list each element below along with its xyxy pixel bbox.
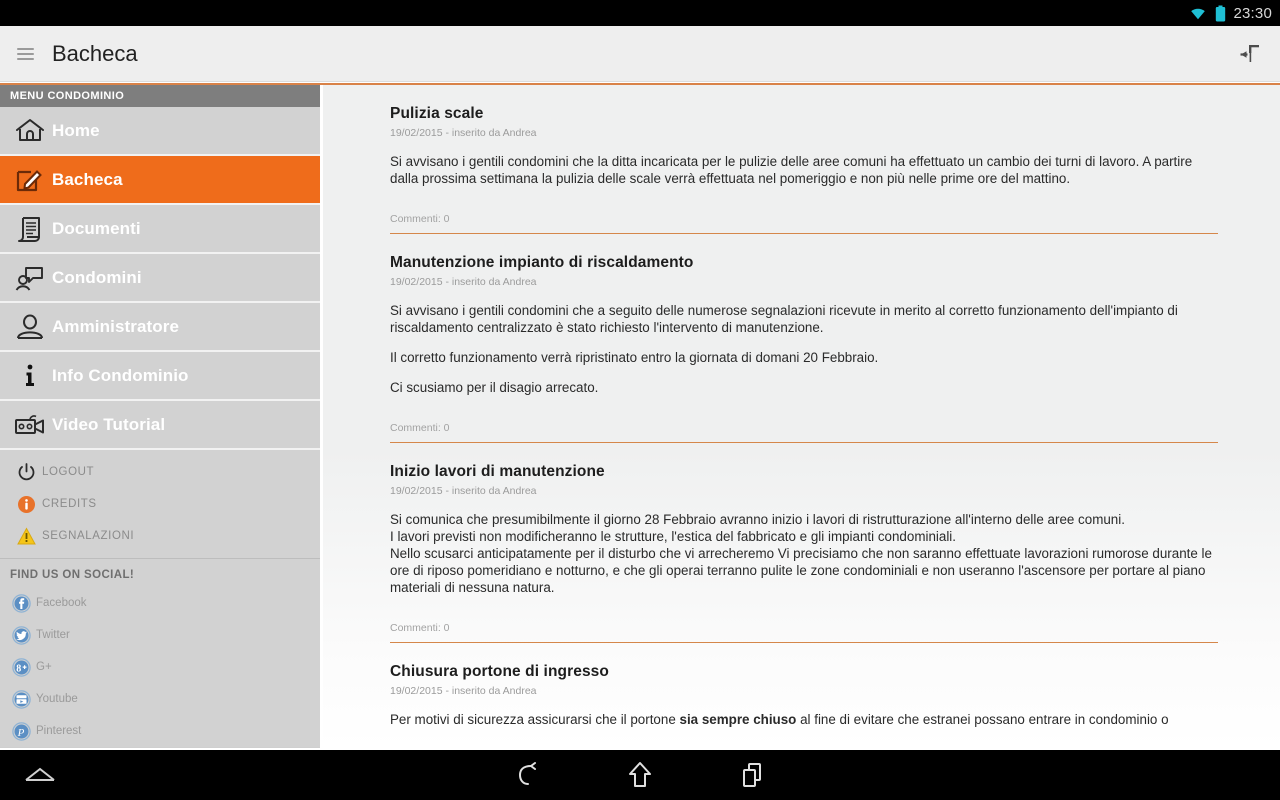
person-icon bbox=[8, 313, 52, 341]
post-item[interactable]: Inizio lavori di manutenzione 19/02/2015… bbox=[323, 443, 1280, 642]
drawer-utilities: LOGOUT CREDITS SEGNALAZIONI bbox=[0, 450, 320, 559]
sidebar-item-label: CREDITS bbox=[42, 498, 97, 510]
sidebar-item-amministratore[interactable]: Amministratore bbox=[0, 303, 320, 352]
sidebar-item-label: SEGNALAZIONI bbox=[42, 530, 135, 542]
sidebar-item-condomini[interactable]: Condomini bbox=[0, 254, 320, 303]
sidebar-item-segnalazioni[interactable]: SEGNALAZIONI bbox=[0, 520, 320, 552]
action-bar: Bacheca bbox=[0, 26, 1280, 82]
youtube-icon bbox=[6, 689, 36, 709]
post-item[interactable]: Chiusura portone di ingresso 19/02/2015 … bbox=[323, 643, 1280, 728]
sidebar-item-label: Amministratore bbox=[52, 316, 180, 336]
post-item[interactable]: Pulizia scale 19/02/2015 - inserito da A… bbox=[323, 85, 1280, 233]
social-section-header: FIND US ON SOCIAL! bbox=[0, 559, 320, 587]
post-paragraph: Si avvisano i gentili condomini che la d… bbox=[390, 154, 1193, 186]
video-camera-icon bbox=[8, 412, 52, 438]
wifi-icon bbox=[1188, 5, 1208, 21]
navigation-drawer: MENU CONDOMINIO Home Bacheca Documenti C… bbox=[0, 85, 320, 748]
post-comments-count[interactable]: Commenti: 0 bbox=[390, 596, 1218, 642]
sidebar-item-logout[interactable]: LOGOUT bbox=[0, 456, 320, 488]
insert-post-icon[interactable] bbox=[1222, 26, 1278, 82]
bacheca-post-list[interactable]: Pulizia scale 19/02/2015 - inserito da A… bbox=[323, 85, 1280, 748]
social-item-label: Twitter bbox=[36, 629, 70, 641]
android-status-bar: 23:30 bbox=[0, 0, 1280, 26]
post-title: Chiusura portone di ingresso bbox=[390, 663, 609, 680]
post-title: Pulizia scale bbox=[390, 105, 484, 122]
post-body: Si comunica che presumibilmente il giorn… bbox=[390, 497, 1218, 596]
sidebar-item-label: Documenti bbox=[52, 218, 141, 238]
social-item-label: Youtube bbox=[36, 693, 78, 705]
post-paragraph: Ci scusiamo per il disagio arrecato. bbox=[390, 380, 599, 395]
post-meta: 19/02/2015 - inserito da Andrea bbox=[390, 485, 537, 497]
info-circle-icon bbox=[10, 495, 42, 514]
hamburger-menu-icon[interactable] bbox=[4, 26, 46, 82]
page-title: Bacheca bbox=[52, 40, 138, 66]
android-navigation-bar bbox=[0, 750, 1280, 800]
sidebar-item-info-condominio[interactable]: Info Condominio bbox=[0, 352, 320, 401]
document-icon bbox=[8, 215, 52, 243]
post-body: Si avvisano i gentili condomini che a se… bbox=[390, 288, 1218, 396]
power-icon bbox=[10, 462, 42, 482]
post-meta: 19/02/2015 - inserito da Andrea bbox=[390, 685, 537, 697]
sidebar-item-label: Condomini bbox=[52, 267, 142, 287]
info-icon bbox=[8, 362, 52, 390]
notepad-pencil-icon bbox=[8, 166, 52, 194]
facebook-icon bbox=[6, 593, 36, 613]
post-body: Per motivi di sicurezza assicurarsi che … bbox=[390, 697, 1218, 728]
social-item-pinterest[interactable]: P Pinterest bbox=[0, 715, 320, 747]
battery-icon bbox=[1215, 5, 1226, 22]
sidebar-item-bacheca[interactable]: Bacheca bbox=[0, 156, 320, 205]
post-paragraph: Il corretto funzionamento verrà ripristi… bbox=[390, 350, 879, 365]
post-title: Manutenzione impianto di riscaldamento bbox=[390, 254, 694, 271]
sidebar-item-home[interactable]: Home bbox=[0, 107, 320, 156]
post-paragraph: Si comunica che presumibilmente il giorn… bbox=[390, 512, 1212, 595]
social-item-google-plus[interactable]: 8 G+ bbox=[0, 651, 320, 683]
sidebar-item-credits[interactable]: CREDITS bbox=[0, 488, 320, 520]
nav-center-group bbox=[0, 750, 1280, 800]
post-item[interactable]: Manutenzione impianto di riscaldamento 1… bbox=[323, 234, 1280, 442]
social-item-twitter[interactable]: Twitter bbox=[0, 619, 320, 651]
social-item-label: G+ bbox=[36, 661, 52, 673]
post-meta: 19/02/2015 - inserito da Andrea bbox=[390, 276, 537, 288]
post-comments-count[interactable]: Commenti: 0 bbox=[390, 187, 1218, 233]
pinterest-icon: P bbox=[6, 721, 36, 741]
warning-triangle-icon bbox=[10, 526, 42, 546]
sidebar-item-label: LOGOUT bbox=[42, 466, 95, 478]
twitter-icon bbox=[6, 625, 36, 645]
svg-text:8: 8 bbox=[16, 663, 21, 674]
sidebar-item-label: Info Condominio bbox=[52, 365, 189, 385]
social-links: Facebook Twitter 8 G+ Youtube P Pinteres… bbox=[0, 587, 320, 747]
status-clock: 23:30 bbox=[1233, 4, 1272, 22]
home-icon bbox=[8, 117, 52, 144]
social-item-facebook[interactable]: Facebook bbox=[0, 587, 320, 619]
post-title: Inizio lavori di manutenzione bbox=[390, 463, 605, 480]
home-icon[interactable] bbox=[625, 760, 655, 790]
post-meta: 19/02/2015 - inserito da Andrea bbox=[390, 127, 537, 139]
drawer-section-header: MENU CONDOMINIO bbox=[0, 85, 320, 107]
back-icon[interactable] bbox=[513, 760, 543, 790]
social-item-label: Facebook bbox=[36, 597, 87, 609]
svg-text:P: P bbox=[16, 726, 24, 738]
sidebar-item-label: Home bbox=[52, 120, 100, 140]
google-plus-icon: 8 bbox=[6, 657, 36, 677]
people-chat-icon bbox=[8, 264, 52, 292]
sidebar-item-label: Video Tutorial bbox=[52, 414, 166, 434]
app-screen: 23:30 Bacheca MENU CONDOMINIO Home Bache… bbox=[0, 0, 1280, 800]
post-paragraph: Si avvisano i gentili condomini che a se… bbox=[390, 303, 1178, 335]
sidebar-item-label: Bacheca bbox=[52, 169, 123, 189]
post-comments-count[interactable]: Commenti: 0 bbox=[390, 396, 1218, 442]
post-body: Si avvisano i gentili condomini che la d… bbox=[390, 139, 1218, 187]
sidebar-item-video-tutorial[interactable]: Video Tutorial bbox=[0, 401, 320, 450]
post-paragraph: Per motivi di sicurezza assicurarsi che … bbox=[390, 712, 1169, 727]
social-item-youtube[interactable]: Youtube bbox=[0, 683, 320, 715]
recents-icon[interactable] bbox=[737, 760, 767, 790]
social-item-label: Pinterest bbox=[36, 725, 82, 737]
sidebar-item-documenti[interactable]: Documenti bbox=[0, 205, 320, 254]
